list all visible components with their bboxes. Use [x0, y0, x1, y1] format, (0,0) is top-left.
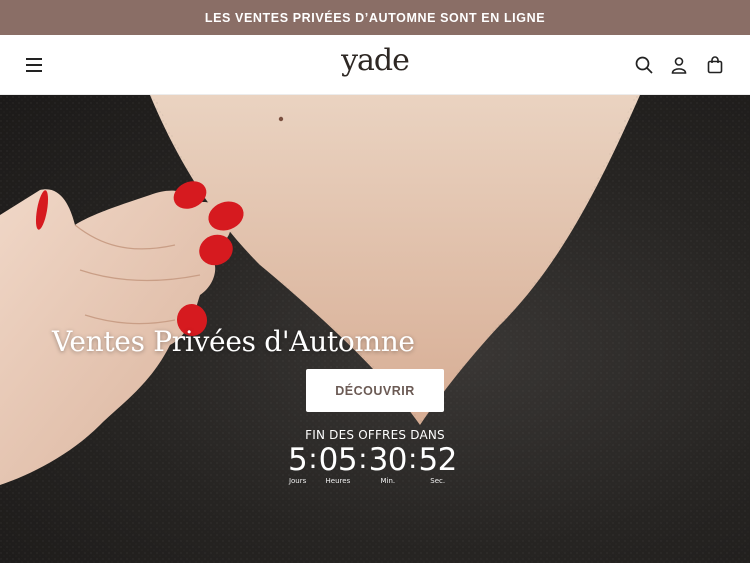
minutes-label: Min. — [380, 477, 396, 485]
announcement-bar: LES VENTES PRIVÉES D’AUTOMNE SONT EN LIG… — [0, 0, 750, 35]
site-header: yade — [0, 35, 750, 95]
announcement-text: LES VENTES PRIVÉES D’AUTOMNE SONT EN LIG… — [204, 10, 546, 25]
countdown-separator: : — [358, 442, 368, 475]
countdown-seconds: 52 Sec. — [418, 442, 457, 486]
seconds-value: 52 — [418, 442, 457, 478]
offers-countdown-label: FIN DES OFFRES DANS — [305, 428, 445, 442]
countdown-separator: : — [308, 442, 318, 475]
account-icon[interactable] — [669, 55, 689, 75]
discover-button[interactable]: DÉCOUVRIR — [306, 369, 444, 412]
hero-title: Ventes Privées d'Automne — [52, 325, 415, 358]
days-value: 5 — [288, 442, 308, 478]
countdown-minutes: 30 Min. — [368, 442, 408, 486]
countdown-separator: : — [408, 442, 418, 475]
countdown-timer: 5 Jours : 05 Heures : 30 Min. : 52 Sec. — [288, 442, 457, 486]
minutes-value: 30 — [368, 442, 408, 478]
seconds-label: Sec. — [430, 477, 446, 485]
countdown-hours: 05 Heures — [318, 442, 358, 486]
hours-value: 05 — [318, 442, 358, 478]
cart-icon[interactable] — [705, 55, 725, 75]
countdown-days: 5 Jours — [288, 442, 308, 486]
hero-banner: Ventes Privées d'Automne DÉCOUVRIR FIN D… — [0, 95, 750, 563]
hours-label: Heures — [325, 477, 351, 485]
days-label: Jours — [288, 477, 307, 485]
search-icon[interactable] — [634, 55, 654, 75]
